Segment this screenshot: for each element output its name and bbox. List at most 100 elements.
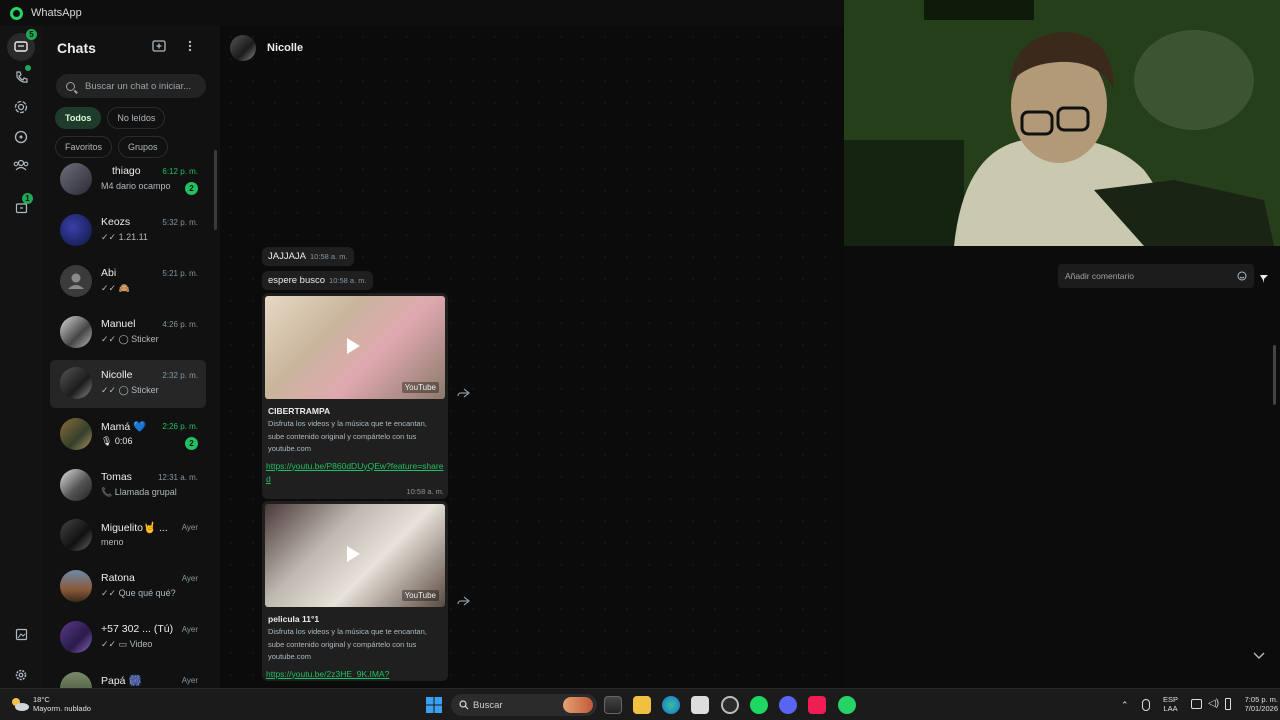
- menu-kebab-icon[interactable]: [188, 40, 192, 55]
- avatar: [60, 214, 92, 246]
- comment-input[interactable]: Añadir comentario: [1058, 264, 1254, 288]
- spotify-icon[interactable]: [750, 696, 768, 714]
- task-view-icon[interactable]: [604, 696, 622, 714]
- forward-icon[interactable]: [457, 388, 471, 402]
- chat-time: Ayer: [181, 523, 198, 532]
- chevron-up-icon[interactable]: ⌃: [1121, 700, 1129, 711]
- search-placeholder: Buscar un chat o iniciar...: [85, 80, 192, 92]
- channels-nav-icon[interactable]: [11, 127, 31, 147]
- language-indicator[interactable]: ESP LAA: [1163, 695, 1178, 713]
- card-link[interactable]: https://youtu.be/P860dDUyQEw?feature=sha…: [262, 456, 448, 487]
- status-nav-icon[interactable]: [11, 97, 31, 117]
- chat-item-abi[interactable]: Abi 5:21 p. m. ✓✓ 🙈: [50, 258, 206, 306]
- windows-taskbar: 18°C Mayorm. nublado Buscar ⌃ ESP LAA ◁)…: [0, 688, 1280, 720]
- youtube-logo: YouTube: [401, 382, 439, 393]
- chat-preview: 🎙 0:06: [101, 436, 133, 446]
- chat-preview: meno: [101, 537, 124, 547]
- chevron-down-icon[interactable]: [1250, 649, 1268, 667]
- unread-badge: 2: [185, 182, 198, 195]
- filter-todos[interactable]: Todos: [55, 107, 102, 129]
- chat-name: Ratona: [101, 572, 135, 584]
- chat-time: Ayer: [181, 676, 198, 685]
- chat-item-self[interactable]: +57 302 ... (Tú) Ayer ✓✓ ▭ Video: [50, 614, 206, 662]
- chat-time: 4:26 p. m.: [162, 320, 198, 329]
- play-icon[interactable]: [347, 338, 360, 354]
- taskbar-search[interactable]: Buscar: [451, 694, 597, 716]
- contact-avatar: [230, 35, 256, 61]
- conversation-header[interactable]: Nicolle: [220, 26, 844, 70]
- chat-name: Mamá 💙: [101, 421, 147, 433]
- filter-no-leidos[interactable]: No leídos: [107, 107, 166, 129]
- nav-rail: 5 1: [0, 26, 42, 688]
- volume-icon[interactable]: ◁): [1208, 698, 1219, 709]
- filter-grupos[interactable]: Grupos: [118, 136, 168, 158]
- chat-preview: M4 dario ocampo: [101, 181, 171, 191]
- side-scrollbar[interactable]: [1273, 345, 1276, 405]
- video-thumbnail[interactable]: YouTube: [265, 504, 445, 607]
- filter-favoritos[interactable]: Favoritos: [55, 136, 113, 158]
- chat-preview: ✓✓ ◯ Sticker: [101, 334, 159, 344]
- chat-preview: ✓✓ 🙈: [101, 283, 130, 293]
- chat-item-nicolle[interactable]: Nicolle 2:32 p. m. ✓✓ ◯ Sticker: [50, 360, 206, 408]
- chat-list-scrollbar[interactable]: [214, 150, 217, 230]
- chat-preview: ✓✓ ▭ Video: [101, 639, 153, 649]
- tiktok-icon[interactable]: [808, 696, 826, 714]
- search-icon: [459, 700, 469, 713]
- network-icon[interactable]: [1191, 699, 1202, 709]
- weather-widget[interactable]: 18°C Mayorm. nublado: [33, 695, 91, 713]
- file-explorer-icon[interactable]: [633, 696, 651, 714]
- whatsapp-taskbar-icon[interactable]: [838, 696, 856, 714]
- chat-search-input[interactable]: Buscar un chat o iniciar...: [56, 74, 206, 98]
- chrome-icon[interactable]: [721, 696, 739, 714]
- archived-nav-icon[interactable]: 1: [11, 193, 33, 217]
- chat-preview: 📞 Llamada grupal: [101, 487, 177, 497]
- chats-nav-icon[interactable]: 5: [7, 29, 37, 61]
- avatar: [60, 672, 92, 688]
- calls-dot: [25, 65, 31, 71]
- new-chat-icon[interactable]: [152, 40, 166, 56]
- chat-item-manuel[interactable]: Manuel 4:26 p. m. ✓✓ ◯ Sticker: [50, 309, 206, 357]
- comment-placeholder: Añadir comentario: [1065, 271, 1134, 281]
- video-thumbnail[interactable]: YouTube: [265, 296, 445, 399]
- windows-start-icon[interactable]: [425, 696, 443, 714]
- chat-time: Ayer: [181, 574, 198, 583]
- chat-time: 6:12 p. m.: [162, 167, 198, 176]
- settings-gear-icon[interactable]: [11, 665, 31, 685]
- link-preview-card[interactable]: YouTube CIBERTRAMPA Disfruta los videos …: [262, 293, 448, 499]
- chat-item-thiago[interactable]: thiago 6:12 p. m. M4 dario ocampo 2: [50, 156, 206, 204]
- card-link[interactable]: https://youtu.be/2z3HE_9K.IMA?: [262, 664, 448, 682]
- chat-name: Tomas: [101, 471, 132, 483]
- avatar: [60, 418, 92, 450]
- chat-item-ratona[interactable]: Ratona Ayer ✓✓ Que qué qué?: [50, 563, 206, 611]
- avatar: [60, 367, 92, 399]
- unread-badge: 2: [185, 437, 198, 450]
- chat-item-papa[interactable]: Papá 🎆 Ayer: [50, 665, 206, 688]
- play-icon[interactable]: [347, 546, 360, 562]
- window-titlebar: WhatsApp: [0, 0, 844, 26]
- forward-icon[interactable]: [457, 596, 471, 610]
- taskbar-clock[interactable]: 7:05 p. m. 7/01/2026: [1228, 695, 1278, 713]
- chat-item-tomas[interactable]: Tomas 12:31 a. m. 📞 Llamada grupal: [50, 462, 206, 510]
- chat-name: Abi: [101, 267, 117, 279]
- weather-desc: Mayorm. nublado: [33, 704, 91, 713]
- card-title: CIBERTRAMPA: [268, 406, 331, 416]
- communities-nav-icon[interactable]: [11, 155, 31, 175]
- edge-browser-icon[interactable]: [662, 696, 680, 714]
- chat-name: Papá 🎆: [101, 675, 142, 687]
- send-icon[interactable]: [1259, 271, 1269, 289]
- chat-item-miguelito[interactable]: Miguelito🤘 ... Ayer meno: [50, 512, 206, 560]
- chat-item-keozs[interactable]: Keozs 5:32 p. m. ✓✓ 1.21.11: [50, 207, 206, 255]
- contact-name: Nicolle: [267, 42, 304, 54]
- message-bubble: JAJJAJA 10:58 a. m.: [262, 247, 354, 266]
- microphone-icon[interactable]: [1142, 699, 1150, 711]
- link-preview-card[interactable]: YouTube pelicula 11°1 Disfruta los video…: [262, 501, 448, 681]
- store-icon[interactable]: [691, 696, 709, 714]
- emoji-icon[interactable]: [1237, 271, 1247, 283]
- media-nav-icon[interactable]: [11, 624, 31, 644]
- calls-nav-icon[interactable]: [11, 65, 31, 87]
- chat-time: Ayer: [181, 625, 198, 634]
- discord-icon[interactable]: [779, 696, 797, 714]
- chat-item-mama[interactable]: Mamá 💙 2:26 p. m. 🎙 0:06 2: [50, 411, 206, 459]
- weather-cloud-icon[interactable]: [10, 696, 30, 712]
- avatar: [60, 163, 92, 195]
